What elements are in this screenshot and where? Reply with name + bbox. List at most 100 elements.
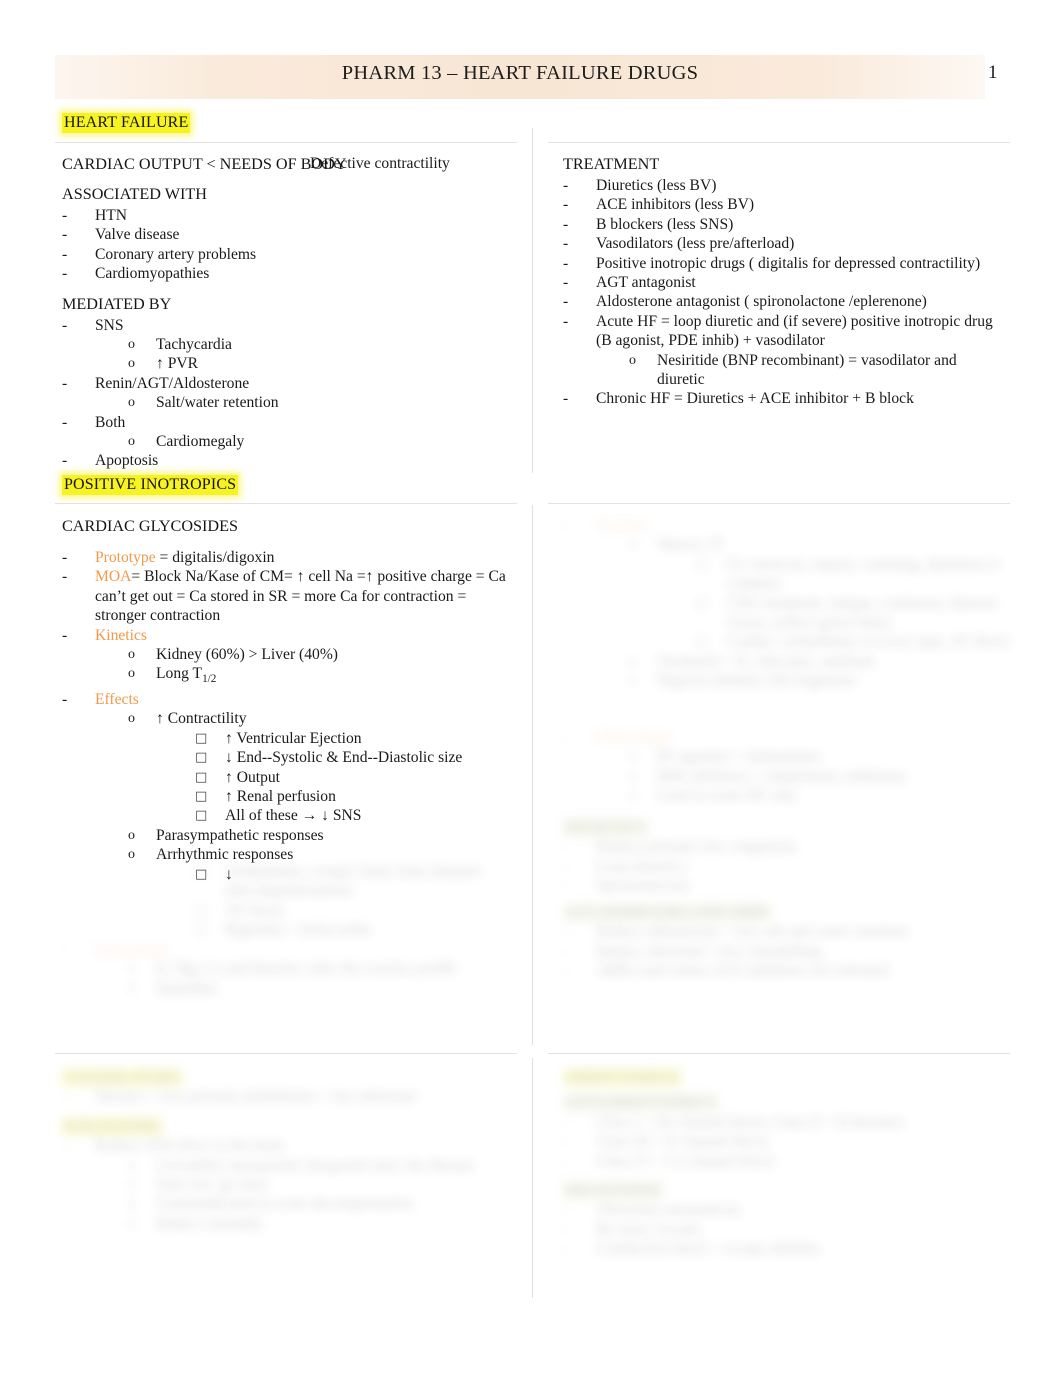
list-item: - HTN [62,206,517,225]
circle-bullet: o [128,1215,135,1231]
half-life-subscript: 1/2 [202,673,217,686]
circle-bullet: o [629,768,636,784]
obscured-row: - Abnormal automaticity [563,1200,1013,1219]
obscured-row: o PDE inhibitors = inamrinone, milrinone [629,767,1013,786]
list-item: - Effects [62,690,517,709]
obscured-text: Class IV = Ca channel block [596,1152,775,1170]
dash-bullet: - [563,274,569,292]
sub-list-item: o Nesiritide (BNP recombinant) = vasodila… [629,351,1018,370]
dash-bullet: - [563,1133,569,1151]
sub-sub-list-item-label: ↓ [225,865,233,883]
list-item-label: Aldosterone antagonist ( spironolactone … [596,293,927,311]
dash-bullet: - [563,215,569,233]
list-item-label: Cardiomyopathies [95,265,210,283]
obscured-highlight: DIURETICS [563,819,649,836]
list-item: - Aldosterone antagonist ( spironolactone… [563,292,1018,311]
obscured-row: - Toxicity [563,516,1013,535]
sub-list-item: o Tachycardia [128,335,517,354]
obscured-keyword: Other drugs [596,729,671,746]
list-item-label: Apoptosis [95,452,159,470]
list-item: - Valve disease [62,225,517,244]
circle-bullet: o [128,980,135,996]
sub-sub-list-item-label: ↑ Renal perfusion [225,787,336,805]
square-bullet-icon: □ [696,595,709,611]
obscured-row: - Interactions [62,940,502,959]
obscured-heading: MECHANISM [563,1181,1013,1200]
sub-sub-list-item: □ ↓ [195,865,517,884]
sub-list-item: o Salt/water retention [128,393,517,412]
obscured-heading: ARRHYTHMIAS [563,1068,1013,1087]
square-bullet-icon: □ [195,788,208,804]
square-bullet-icon: □ [195,750,208,766]
list-item: - Kinetics [62,626,517,645]
circle-bullet: o [128,356,135,372]
list-item: - AGT antagonist [563,273,1018,292]
prototype-label: Prototype [95,549,156,566]
list-item: - Apoptosis [62,451,517,470]
section-heading-heart-failure: HEART FAILURE [62,113,191,133]
sub-sub-list-item-label: ↓ End--Systolic & End--Diastolic size [225,749,463,767]
list-item-label: SNS [95,316,124,334]
dash-bullet: - [62,413,68,431]
dash-bullet: - [563,857,569,875]
obscured-text: B1 agonists = dobutamine [657,748,821,766]
dash-bullet: - [563,1201,569,1219]
document-page: PHARM 13 – HEART FAILURE DRUGS 1 HEART F… [0,0,1062,1377]
list-item-label: Renin/AGT/Aldosterone [95,374,250,392]
dash-bullet: - [62,626,68,644]
list-item: - Acute HF = loop diuretic and (if severe… [563,312,1018,331]
obscured-text-right-diuretics: DIURETICS - Reduce preload, less congesti… [563,818,1013,896]
obscured-text: GI: anorexia, nausea, vomiting, diarrhoe… [726,555,1000,593]
obscured-text: Digoxin immune Fab fragments [657,672,857,690]
obscured-text: Class I = Na channel block, Class II = B… [596,1113,905,1131]
dash-bullet: - [62,265,68,283]
list-item: - Cardiomyopathies [62,264,517,283]
obscured-row: - Reduce preload, less congestion [563,837,1013,856]
obscured-row: o Narrow TI [629,535,1013,554]
sub-list-item: o Cardiomegaly [128,432,517,451]
obscured-row: - Class III = K channel block [563,1132,1013,1151]
list-item-label: Chronic HF = Diuretics + ACE inhibitor +… [596,390,914,408]
sub-sub-list-item: □ ↑ Output [195,768,517,787]
page-number: 1 [988,62,998,83]
obscured-keyword: Interactions [95,941,169,958]
rule-mid-left [55,503,517,504]
rule-mid-right [548,503,1010,504]
sub-sub-list-item: □ ↑ Ventricular Ejection [195,729,517,748]
list-item: - Vasodilators (less pre/afterload) [563,234,1018,253]
rule-top-right [548,142,1010,143]
dash-bullet: - [563,1152,569,1170]
obscured-row: - ARBs used where ACE inhibitors not tole… [563,961,1018,980]
list-item-label: Diuretics (less BV) [596,177,717,194]
sub-list-item-label: Tachycardia [156,336,232,354]
obscured-heading: B BLOCKERS [62,1117,512,1136]
obscured-row: o Reduce mortality [128,1214,512,1233]
obscured-row: - Reduce aldosterone = less salt and wate… [563,922,1018,941]
obscured-text: Reduce preload, less congestion [596,838,797,856]
dash-bullet: - [563,390,569,408]
circle-bullet: o [128,847,135,863]
section-heading-positive-inotropics-label: POSITIVE INOTROPICS [62,475,239,495]
sub-list-item: o Arrhythmic responses [128,845,517,864]
list-item: - SNS [62,316,517,335]
obscured-text: Re-entry circuits [596,1220,701,1238]
obscured-row: o Start low, go slow [128,1175,512,1194]
sub-sub-list-item: □ ↑ Renal perfusion [195,787,517,806]
sub-sub-list-item-label: ↑ Output [225,768,281,786]
list-item-label: Acute HF = loop diuretic and (if severe)… [596,312,993,330]
obscured-text-bottom-left: VASODILATORS - Nitrates = less preload, h… [62,1068,512,1233]
list-item-label: Vasodilators (less pre/afterload) [596,235,795,253]
square-bullet-icon: □ [696,634,709,650]
dash-bullet: - [62,549,68,566]
obscured-text: ARBs used where ACE inhibitors not toler… [596,962,889,980]
obscured-text: K, Mg, Ca and diuretics alter the toxici… [156,960,458,978]
circle-bullet: o [128,1196,135,1212]
square-bullet-icon: □ [195,866,208,882]
sub-sub-list-item: □ All of these → ↓ SNS [195,806,517,825]
square-bullet-icon: □ [195,808,208,824]
list-item: - Both [62,413,517,432]
obscured-highlight: VASODILATORS [62,1069,182,1086]
